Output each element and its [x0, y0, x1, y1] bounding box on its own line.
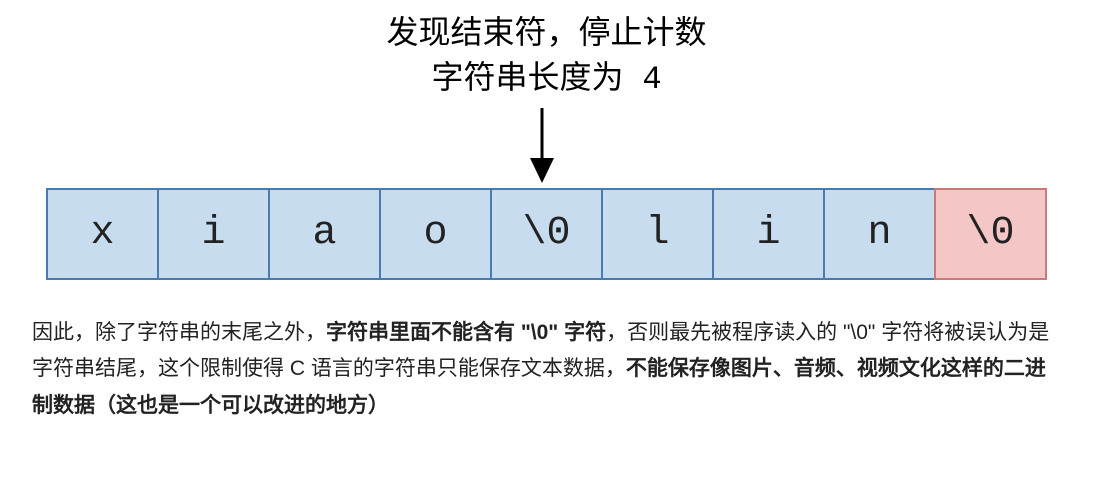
annotation-line2: 字符串长度为 4: [30, 55, 1063, 103]
string-cell-3: o: [379, 188, 492, 280]
arrow-down-icon: [522, 108, 562, 183]
string-cell-7: n: [823, 188, 936, 280]
string-cell-1: i: [157, 188, 270, 280]
para-seg1: 因此，除了字符串的末尾之外，: [32, 321, 326, 344]
explanation-paragraph: 因此，除了字符串的末尾之外，字符串里面不能含有 "\0" 字符，否则最先被程序读…: [30, 315, 1063, 425]
para-seg2-bold: 字符串里面不能含有 "\0" 字符: [326, 321, 606, 344]
string-cell-5: l: [601, 188, 714, 280]
annotation-length-value: 4: [642, 61, 661, 98]
string-cell-6: i: [712, 188, 825, 280]
string-cell-4: \0: [490, 188, 603, 280]
string-cell-0: x: [46, 188, 159, 280]
arrow-container: [20, 108, 1063, 183]
annotation-line1: 发现结束符，停止计数: [30, 10, 1063, 55]
annotation-prefix: 字符串长度为: [431, 59, 623, 95]
string-cells-row: xiao\0lin\0: [30, 188, 1063, 280]
string-cell-8: \0: [934, 188, 1047, 280]
string-cell-2: a: [268, 188, 381, 280]
annotation-block: 发现结束符，停止计数 字符串长度为 4: [30, 10, 1063, 103]
